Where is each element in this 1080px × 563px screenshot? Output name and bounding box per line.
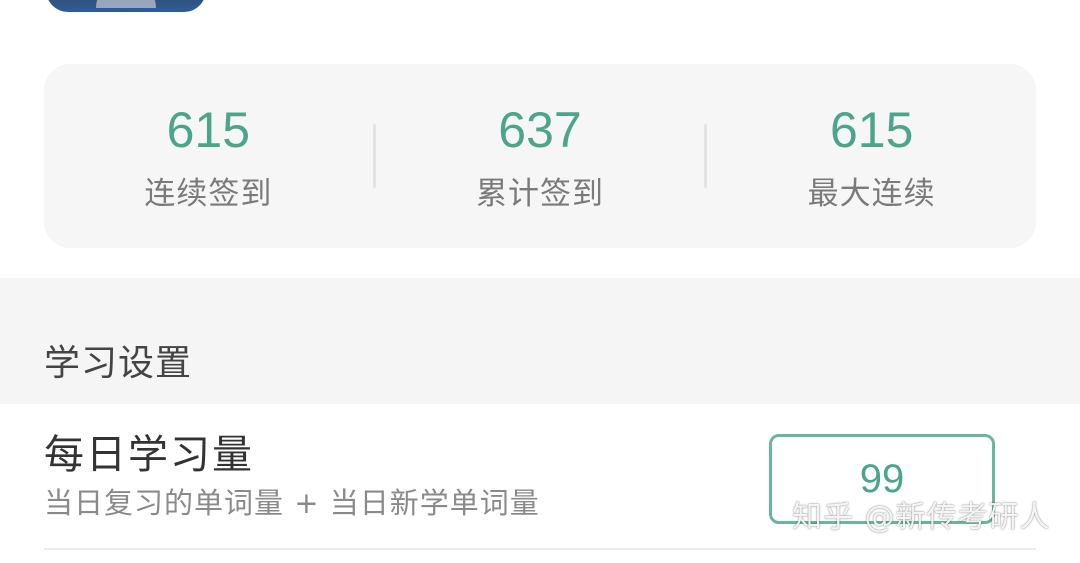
daily-study-amount-row[interactable]: 每日学习量 当日复习的单词量 + 当日新学单词量 99 [0, 404, 1080, 563]
row-divider [44, 548, 1036, 550]
stat-value: 637 [498, 102, 582, 158]
watermark-text: 知乎 @新传考研人 [792, 500, 1051, 535]
stat-label: 连续签到 [144, 176, 273, 212]
setting-title: 每日学习量 [44, 432, 254, 478]
section-title: 学习设置 [44, 343, 193, 384]
stat-label: 累计签到 [476, 176, 604, 212]
setting-description: 当日复习的单词量 + 当日新学单词量 [44, 486, 540, 520]
stat-value: 615 [829, 102, 914, 158]
stat-total-checkin: 637 累计签到 [376, 64, 705, 248]
study-settings-section-header: 学习设置 [0, 278, 1080, 404]
profile-page: 615 连续签到 637 累计签到 615 最大连续 学习设置 每日学习量 当日… [0, 0, 1080, 563]
stat-consecutive-checkin: 615 连续签到 [44, 64, 373, 248]
stat-value: 615 [166, 102, 251, 158]
avatar[interactable] [46, 0, 206, 12]
stat-label: 最大连续 [807, 176, 936, 212]
checkin-stats-card: 615 连续签到 637 累计签到 615 最大连续 [44, 64, 1036, 248]
stat-max-consecutive: 615 最大连续 [707, 64, 1036, 248]
